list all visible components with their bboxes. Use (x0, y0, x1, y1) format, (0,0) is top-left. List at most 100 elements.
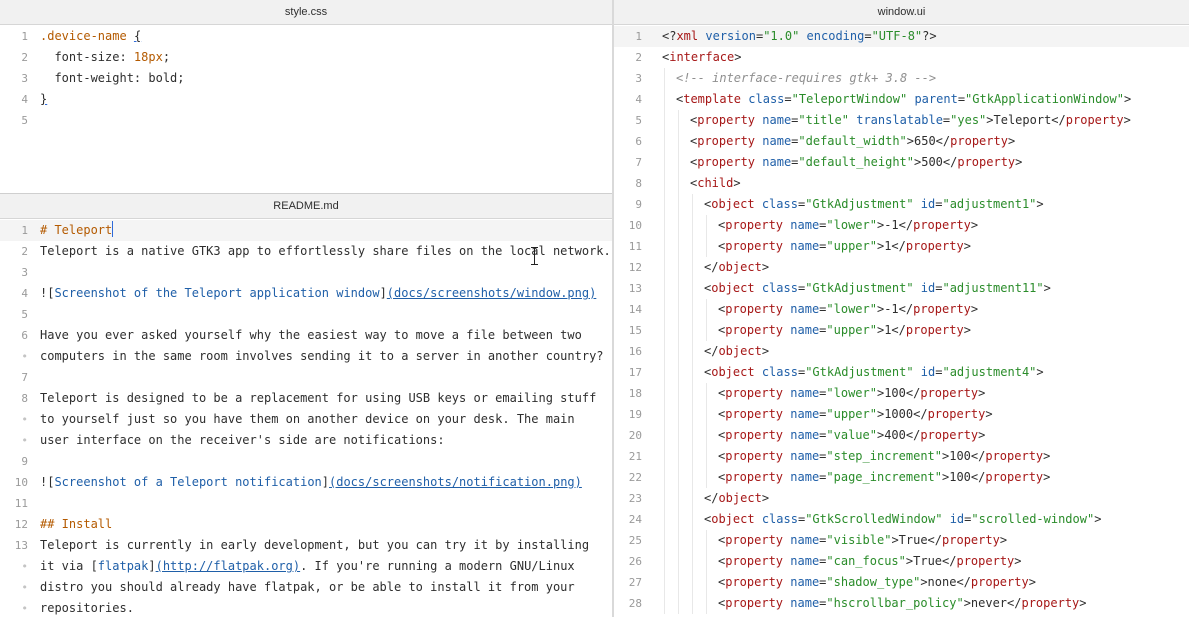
code-text[interactable]: <property name="lower">100</property> (718, 383, 985, 404)
code-text[interactable]: <!-- interface-requires gtk+ 3.8 --> (676, 68, 936, 89)
code-line[interactable]: 2 <interface> (614, 47, 1189, 68)
code-line[interactable]: 10 ![Screenshot of a Teleport notificatio… (0, 472, 612, 493)
code-line[interactable]: • computers in the same room involves sen… (0, 346, 612, 367)
readme-editor[interactable]: 1 # Teleport 2 Teleport is a native GTK3 ap… (0, 219, 612, 617)
code-line[interactable]: • it via [flatpak](http://flatpak.org). I… (0, 556, 612, 577)
code-text[interactable]: to yourself just so you have them on ano… (40, 409, 575, 430)
code-text[interactable]: <property name="step_increment">100</pro… (718, 446, 1050, 467)
code-line[interactable]: 3 (0, 262, 612, 283)
code-text[interactable]: <template class="TeleportWindow" parent=… (676, 89, 1131, 110)
code-line[interactable]: 4 ![Screenshot of the Teleport applicatio… (0, 283, 612, 304)
code-text[interactable]: user interface on the receiver's side ar… (40, 430, 445, 451)
code-text[interactable]: <property name="page_increment">100</pro… (718, 467, 1050, 488)
code-line[interactable]: 1 <?xml version="1.0" encoding="UTF-8"?> (614, 26, 1189, 47)
code-text[interactable]: <property name="lower">-1</property> (718, 299, 978, 320)
code-line[interactable]: 26 <property name="can_focus">True</prope… (614, 551, 1189, 572)
code-line[interactable]: 1 # Teleport (0, 220, 612, 241)
code-line[interactable]: 11 <property name="upper">1</property> (614, 236, 1189, 257)
code-line[interactable]: • distro you should already have flatpak,… (0, 577, 612, 598)
code-text[interactable]: <property name="visible">True</property> (718, 530, 1007, 551)
code-text[interactable]: <property name="title" translatable="yes… (690, 110, 1131, 131)
code-text[interactable]: Have you ever asked yourself why the eas… (40, 325, 582, 346)
code-text[interactable]: <property name="upper">1000</property> (718, 404, 993, 425)
code-text[interactable]: it via [flatpak](http://flatpak.org). If… (40, 556, 575, 577)
code-line[interactable]: 5 (0, 110, 612, 131)
code-text[interactable]: <property name="can_focus">True</propert… (718, 551, 1022, 572)
code-text[interactable]: .device-name { (40, 26, 141, 47)
code-line[interactable]: 12 ## Install (0, 514, 612, 535)
code-text[interactable]: <object class="GtkAdjustment" id="adjust… (704, 194, 1044, 215)
code-line[interactable]: 11 (0, 493, 612, 514)
code-line[interactable]: • repositories. (0, 598, 612, 617)
code-text[interactable]: <property name="value">400</property> (718, 425, 985, 446)
code-line[interactable]: 21 <property name="step_increment">100</p… (614, 446, 1189, 467)
code-text[interactable]: <property name="default_height">500</pro… (690, 152, 1022, 173)
code-text[interactable]: <object class="GtkScrolledWindow" id="sc… (704, 509, 1101, 530)
code-text[interactable]: Teleport is currently in early developme… (40, 535, 589, 556)
code-line[interactable]: 6 <property name="default_width">650</pro… (614, 131, 1189, 152)
code-text[interactable]: <property name="upper">1</property> (718, 236, 971, 257)
code-line[interactable]: • to yourself just so you have them on an… (0, 409, 612, 430)
code-line[interactable]: 2 Teleport is a native GTK3 app to effort… (0, 241, 612, 262)
code-text[interactable]: ![Screenshot of the Teleport application… (40, 283, 596, 304)
code-text[interactable]: } (40, 89, 47, 110)
code-line[interactable]: 15 <property name="upper">1</property> (614, 320, 1189, 341)
code-line[interactable]: 20 <property name="value">400</property> (614, 425, 1189, 446)
code-text[interactable]: <property name="lower">-1</property> (718, 215, 978, 236)
code-line[interactable]: 13 Teleport is currently in early develop… (0, 535, 612, 556)
readme-pane[interactable]: README.md 1 # Teleport 2 Teleport is a nati… (0, 194, 612, 617)
code-line[interactable]: 13 <object class="GtkAdjustment" id="adju… (614, 278, 1189, 299)
code-line[interactable]: 23 </object> (614, 488, 1189, 509)
code-line[interactable]: 8 <child> (614, 173, 1189, 194)
code-text[interactable]: <property name="shadow_type">none</prope… (718, 572, 1036, 593)
window-ui-pane[interactable]: window.ui 1 <?xml version="1.0" encoding=… (614, 0, 1189, 617)
code-text[interactable]: ![Screenshot of a Teleport notification]… (40, 472, 582, 493)
code-text[interactable]: font-size: 18px; (40, 47, 170, 68)
ui-editor[interactable]: 1 <?xml version="1.0" encoding="UTF-8"?> 2… (614, 25, 1189, 614)
code-line[interactable]: 9 <object class="GtkAdjustment" id="adjus… (614, 194, 1189, 215)
code-line[interactable]: 5 (0, 304, 612, 325)
code-text[interactable]: </object> (704, 341, 769, 362)
code-text[interactable]: </object> (704, 257, 769, 278)
code-line[interactable]: 14 <property name="lower">-1</property> (614, 299, 1189, 320)
code-text[interactable]: repositories. (40, 598, 134, 617)
code-line[interactable]: 1 .device-name { (0, 26, 612, 47)
code-line[interactable]: 8 Teleport is designed to be a replacemen… (0, 388, 612, 409)
code-line[interactable]: 28 <property name="hscrollbar_policy">nev… (614, 593, 1189, 614)
pane-title-window-ui[interactable]: window.ui (614, 0, 1189, 25)
code-text[interactable]: Teleport is designed to be a replacement… (40, 388, 596, 409)
code-line[interactable]: 2 font-size: 18px; (0, 47, 612, 68)
code-line[interactable]: 4 <template class="TeleportWindow" parent… (614, 89, 1189, 110)
code-text[interactable]: <interface> (662, 47, 742, 68)
code-text[interactable]: ## Install (40, 514, 112, 535)
code-text[interactable]: <property name="hscrollbar_policy">never… (718, 593, 1087, 614)
code-line[interactable]: 19 <property name="upper">1000</property> (614, 404, 1189, 425)
code-text[interactable]: <property name="default_width">650</prop… (690, 131, 1015, 152)
code-text[interactable]: Teleport is a native GTK3 app to effortl… (40, 241, 611, 262)
code-line[interactable]: 16 </object> (614, 341, 1189, 362)
code-text[interactable]: computers in the same room involves send… (40, 346, 604, 367)
code-line[interactable]: 18 <property name="lower">100</property> (614, 383, 1189, 404)
code-line[interactable]: 3 font-weight: bold; (0, 68, 612, 89)
code-line[interactable]: 17 <object class="GtkAdjustment" id="adju… (614, 362, 1189, 383)
code-line[interactable]: 25 <property name="visible">True</propert… (614, 530, 1189, 551)
code-line[interactable]: 3 <!-- interface-requires gtk+ 3.8 --> (614, 68, 1189, 89)
css-editor[interactable]: 1 .device-name {2 font-size: 18px; 3 font-… (0, 25, 612, 131)
code-line[interactable]: 24 <object class="GtkScrolledWindow" id="… (614, 509, 1189, 530)
code-text[interactable]: <object class="GtkAdjustment" id="adjust… (704, 278, 1051, 299)
code-text[interactable]: font-weight: bold; (40, 68, 184, 89)
code-line[interactable]: 7 <property name="default_height">500</pr… (614, 152, 1189, 173)
code-line[interactable]: 27 <property name="shadow_type">none</pro… (614, 572, 1189, 593)
code-text[interactable]: distro you should already have flatpak, … (40, 577, 575, 598)
code-text[interactable]: <property name="upper">1</property> (718, 320, 971, 341)
code-line[interactable]: 6 Have you ever asked yourself why the ea… (0, 325, 612, 346)
pane-title-readme[interactable]: README.md (0, 194, 612, 219)
code-text[interactable]: # Teleport (40, 220, 114, 241)
code-line[interactable]: 12 </object> (614, 257, 1189, 278)
code-text[interactable]: <child> (690, 173, 741, 194)
code-text[interactable]: </object> (704, 488, 769, 509)
code-line[interactable]: 9 (0, 451, 612, 472)
code-line[interactable]: 7 (0, 367, 612, 388)
code-line[interactable]: 5 <property name="title" translatable="ye… (614, 110, 1189, 131)
code-text[interactable]: <?xml version="1.0" encoding="UTF-8"?> (662, 26, 937, 47)
